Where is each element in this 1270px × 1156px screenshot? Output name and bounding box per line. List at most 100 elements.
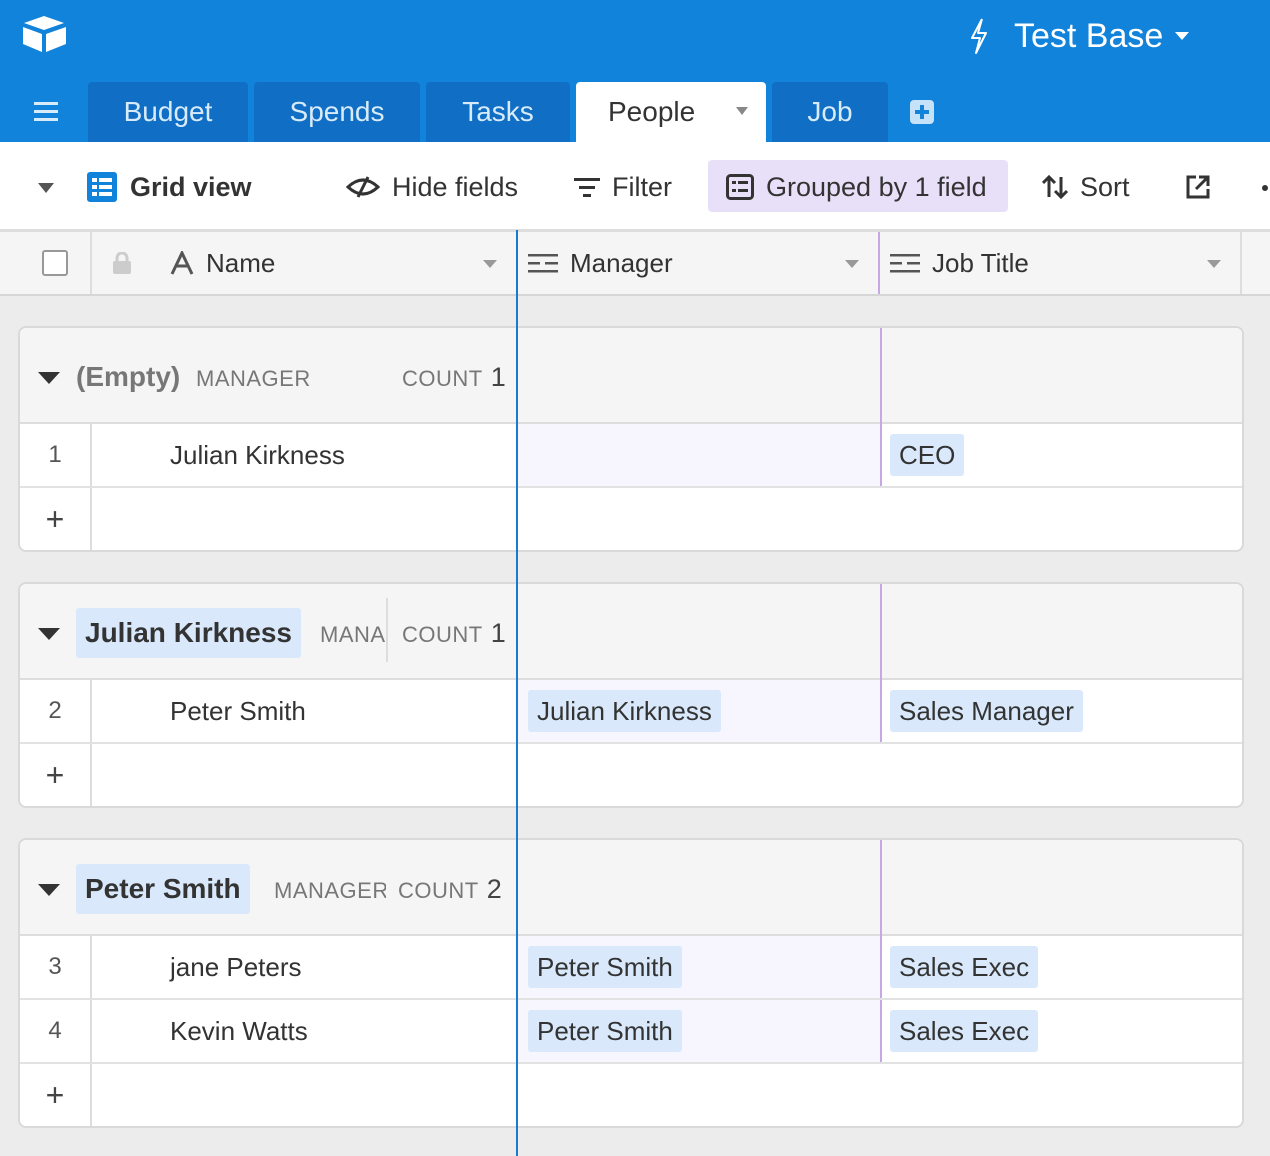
view-menu-chevron-icon[interactable]: [38, 183, 54, 193]
linked-record-icon: [890, 254, 920, 273]
column-divider: [90, 232, 92, 294]
tab-label: Spends: [289, 96, 385, 127]
collapse-triangle-icon[interactable]: [38, 628, 60, 640]
count-label: COUNT: [402, 622, 483, 647]
column-header-manager[interactable]: Manager: [528, 232, 673, 294]
chevron-down-icon: [1175, 32, 1190, 40]
record-group: Julian Kirkness MANAGER COUNT 1 2 Peter S…: [18, 582, 1244, 808]
collapse-triangle-icon[interactable]: [38, 372, 60, 384]
tab-label: Budget: [123, 96, 213, 127]
plus-icon[interactable]: +: [20, 488, 92, 550]
cell-manager[interactable]: [518, 424, 880, 486]
count-label: COUNT: [398, 878, 479, 903]
tab-spends[interactable]: Spends: [254, 82, 420, 142]
cell-job-title[interactable]: CEO: [890, 434, 965, 476]
column-menu-chevron-icon[interactable]: [483, 260, 497, 268]
add-row-button[interactable]: +: [20, 1064, 1242, 1126]
share-button[interactable]: [1184, 142, 1224, 232]
view-switcher[interactable]: Grid view: [86, 142, 252, 232]
share-external-icon: [1186, 175, 1210, 199]
column-divider: [880, 936, 882, 998]
cell-name[interactable]: Julian Kirkness: [170, 424, 345, 486]
group-title: (Empty): [76, 361, 181, 392]
tab-job[interactable]: Job: [772, 82, 888, 142]
sort-arrows-icon: [1042, 174, 1068, 200]
count-value: 2: [486, 874, 503, 904]
eye-slash-icon: [346, 176, 380, 198]
group-header[interactable]: Peter Smith MANAGER COUNT 2: [20, 840, 1242, 936]
table-row[interactable]: 1 Julian Kirkness CEO: [20, 424, 1242, 488]
column-divider: [880, 424, 882, 486]
row-number: 4: [20, 1000, 92, 1062]
hamburger-menu-icon[interactable]: [34, 101, 58, 121]
group-divider: [386, 598, 388, 662]
base-name: Test Base: [1014, 16, 1164, 55]
cell-job-title[interactable]: Sales Exec: [890, 946, 1039, 988]
table-row[interactable]: 2 Peter Smith Julian Kirkness Sales Mana…: [20, 680, 1242, 744]
hide-fields-button[interactable]: Hide fields: [346, 142, 518, 232]
add-row-button[interactable]: +: [20, 488, 1242, 550]
record-group: (Empty) MANAGER COUNT 1 1 Julian Kirkness…: [18, 326, 1244, 552]
tab-people[interactable]: People: [576, 82, 766, 142]
tab-label: People: [608, 96, 696, 127]
filter-button[interactable]: Filter: [574, 142, 672, 232]
airtable-logo-icon[interactable]: [20, 14, 68, 54]
add-table-icon[interactable]: [910, 100, 934, 124]
lock-icon: [113, 252, 131, 274]
collapse-triangle-icon[interactable]: [38, 884, 60, 896]
column-header-name[interactable]: Name: [170, 232, 275, 294]
sort-button[interactable]: Sort: [1042, 142, 1130, 232]
cell-job-title[interactable]: Sales Manager: [890, 690, 1083, 732]
column-menu-chevron-icon[interactable]: [1207, 260, 1221, 268]
group-count: COUNT 1: [390, 618, 507, 649]
cell-name[interactable]: Peter Smith: [170, 680, 306, 742]
column-divider: [880, 328, 882, 424]
count-value: 1: [490, 362, 507, 392]
view-name: Grid view: [130, 171, 252, 202]
column-job-title-label: Job Title: [932, 247, 1029, 278]
grouped-button-content[interactable]: Grouped by 1 field: [726, 142, 987, 232]
tab-tasks[interactable]: Tasks: [426, 82, 570, 142]
text-field-icon: [170, 251, 194, 275]
group-title: Julian Kirkness: [76, 608, 301, 658]
filter-label: Filter: [612, 171, 672, 202]
column-divider: [880, 1000, 882, 1062]
cell-name[interactable]: jane Peters: [170, 936, 302, 998]
group-header[interactable]: (Empty) MANAGER COUNT 1: [20, 328, 1242, 424]
group-field-label: MANAGER: [274, 878, 389, 903]
column-manager-label: Manager: [570, 247, 673, 278]
more-options-icon[interactable]: [1262, 185, 1268, 191]
group-header[interactable]: Julian Kirkness MANAGER COUNT 1: [20, 584, 1242, 680]
group-count: COUNT 2: [386, 874, 503, 905]
column-menu-chevron-icon[interactable]: [845, 260, 859, 268]
chevron-down-icon[interactable]: [736, 107, 748, 115]
cell-name[interactable]: Kevin Watts: [170, 1000, 308, 1062]
table-row[interactable]: 3 jane Peters Peter Smith Sales Exec: [20, 936, 1242, 1000]
add-row-button[interactable]: +: [20, 744, 1242, 806]
column-name-label: Name: [206, 247, 276, 278]
column-divider: [880, 680, 882, 742]
bolt-icon[interactable]: [968, 17, 990, 55]
plus-icon[interactable]: +: [20, 1064, 92, 1126]
grid-column-header: Name Manager Job Title: [0, 232, 1270, 296]
grid-view-icon: [87, 172, 117, 202]
hide-fields-label: Hide fields: [392, 171, 519, 202]
group-field-label: MANAGER: [320, 622, 386, 647]
plus-icon[interactable]: +: [20, 744, 92, 806]
table-row[interactable]: 4 Kevin Watts Peter Smith Sales Exec: [20, 1000, 1242, 1064]
cell-manager[interactable]: Julian Kirkness: [528, 690, 721, 732]
group-count: COUNT 1: [390, 362, 507, 393]
tab-budget[interactable]: Budget: [88, 82, 248, 142]
base-title[interactable]: Test Base: [968, 14, 1190, 58]
frozen-column-divider[interactable]: [516, 230, 518, 1156]
cell-job-title[interactable]: Sales Exec: [890, 1010, 1039, 1052]
grouped-label: Grouped by 1 field: [766, 171, 987, 202]
row-number: 2: [20, 680, 92, 742]
column-header-job-title[interactable]: Job Title: [890, 232, 1029, 294]
select-all-checkbox[interactable]: [42, 250, 68, 276]
cell-manager[interactable]: Peter Smith: [528, 1010, 682, 1052]
column-divider: [1240, 232, 1242, 294]
cell-manager[interactable]: Peter Smith: [528, 946, 682, 988]
group-title: Peter Smith: [76, 864, 250, 914]
row-number: 1: [20, 424, 92, 486]
